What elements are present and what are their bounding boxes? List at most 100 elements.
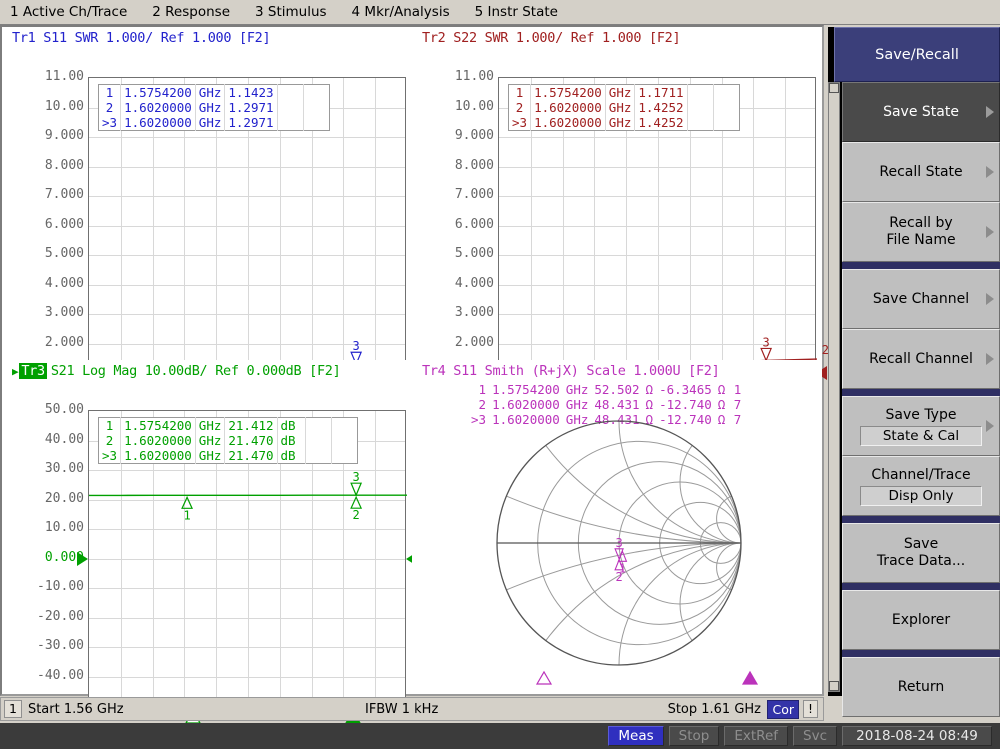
- trace-panel-tr1[interactable]: Tr1 S11 SWR 1.000/ Ref 1.000 [F2] 11.00 1…: [2, 27, 419, 396]
- softkey-save-channel[interactable]: Save Channel: [842, 269, 1000, 329]
- marker-value: 21.470: [224, 433, 278, 448]
- y-axis-label: 40.00: [44, 431, 84, 447]
- softkey-separator: [842, 389, 1000, 396]
- y-axis-label: 8.000: [44, 157, 84, 173]
- marker-blank: [331, 418, 357, 434]
- softkey-value[interactable]: Disp Only: [860, 485, 982, 506]
- marker-value: 21.470: [224, 448, 278, 464]
- softkey-label: Return: [897, 678, 945, 695]
- reference-marker-left: [77, 551, 88, 566]
- marker-row[interactable]: 2 1.6020000 GHz 21.470 dB: [98, 433, 358, 448]
- marker-frequency: 1.5754200: [120, 417, 196, 433]
- taskbar-stop-status[interactable]: Stop: [668, 726, 720, 746]
- status-correction-badge[interactable]: Cor: [767, 699, 799, 719]
- marker-blank: [277, 100, 304, 115]
- chevron-right-icon: [986, 166, 994, 178]
- marker-row[interactable]: 1 1.5754200 GHz 1.1711: [508, 84, 740, 100]
- y-axis-label: 6.000: [44, 216, 84, 232]
- trace-panel-tr2[interactable]: Tr2 S22 SWR 1.000/ Ref 1.000 [F2] 11.00 1…: [412, 27, 829, 395]
- y-axis-label: 2.000: [44, 334, 84, 350]
- menu-item-response[interactable]: 2 Response: [142, 4, 245, 20]
- softkey-value[interactable]: State & Cal: [860, 425, 982, 446]
- marker-frequency-unit: GHz: [195, 100, 226, 115]
- y-axis-label: -30.00: [37, 638, 84, 653]
- marker-row[interactable]: 1 1.5754200 GHz 52.502 Ω -6.3465 Ω 1: [468, 382, 744, 397]
- scrollbar-down-arrow[interactable]: [829, 681, 839, 691]
- marker-number: 1: [98, 84, 122, 100]
- menu-item-mkr-analysis[interactable]: 4 Mkr/Analysis: [342, 4, 465, 20]
- status-channel-number[interactable]: 1: [4, 700, 22, 718]
- softkey-separator: [842, 583, 1000, 590]
- marker-row[interactable]: 1 1.5754200 GHz 1.1423: [98, 84, 330, 101]
- trace-title-tr1[interactable]: Tr1 S11 SWR 1.000/ Ref 1.000 [F2]: [12, 30, 271, 46]
- scrollbar-up-arrow[interactable]: [829, 83, 839, 93]
- chevron-right-icon: [986, 106, 994, 118]
- y-axis-label: 11.00: [44, 69, 84, 84]
- trace-title-tr4[interactable]: Tr4 S11 Smith (R+jX) Scale 1.000U [F2]: [422, 363, 720, 379]
- marker-frequency: 1.6020000: [120, 448, 196, 464]
- trace-title-tr2[interactable]: Tr2 S22 SWR 1.000/ Ref 1.000 [F2]: [422, 30, 681, 46]
- marker-label: 3: [615, 536, 622, 550]
- status-ifbw[interactable]: IFBW 1 kHz: [365, 702, 438, 717]
- marker-blank: [303, 85, 329, 101]
- taskbar-svc-status[interactable]: Svc: [793, 726, 837, 746]
- y-axis-label: 20.00: [44, 490, 84, 506]
- softkey-recall-state[interactable]: Recall State: [842, 142, 1000, 202]
- taskbar-meas-status[interactable]: Meas: [608, 726, 664, 746]
- softkey-channel-trace[interactable]: Channel/Trace Disp Only: [842, 456, 1000, 516]
- marker-value: 1.4252: [634, 100, 688, 115]
- y-axis-label: 4.000: [454, 275, 494, 291]
- marker-frequency-unit: GHz: [565, 382, 589, 397]
- marker-row[interactable]: >3 1.6020000 GHz 1.4252: [508, 115, 740, 131]
- trace-panel-tr4[interactable]: Tr4 S11 Smith (R+jX) Scale 1.000U [F2] 1…: [412, 360, 822, 694]
- softkey-recall-channel[interactable]: Recall Channel: [842, 329, 1000, 389]
- menu-item-instr-state[interactable]: 5 Instr State: [465, 4, 573, 20]
- marker-number: 1: [508, 84, 532, 100]
- marker-row[interactable]: 1 1.5754200 GHz 21.412 dB: [98, 417, 358, 434]
- softkey-explorer[interactable]: Explorer: [842, 590, 1000, 650]
- trace-panel-tr3[interactable]: ▶ Tr3 S21 Log Mag 10.00dB/ Ref 0.000dB […: [2, 360, 419, 724]
- softkey-label: Save Type: [885, 406, 957, 423]
- marker-table-tr3: 1 1.5754200 GHz 21.412 dB 2 1.6020000 GHz 21.470…: [98, 417, 358, 464]
- softkey-title: Save/Recall: [834, 27, 1000, 82]
- marker-label: 1: [183, 508, 190, 522]
- marker-resistance: 52.502: [594, 382, 640, 397]
- status-stop-frequency[interactable]: Stop 1.61 GHz: [668, 702, 761, 717]
- y-axis-label: 30.00: [44, 461, 84, 476]
- marker-number: >3: [98, 115, 122, 131]
- trace-title-tr3[interactable]: ▶ Tr3 S21 Log Mag 10.00dB/ Ref 0.000dB […: [12, 363, 341, 379]
- y-axis-label: 3.000: [454, 305, 494, 320]
- y-axis-label: 9.000: [44, 128, 84, 143]
- y-axis-label: 3.000: [44, 305, 84, 320]
- marker-row[interactable]: >3 1.6020000 GHz 1.2971: [98, 115, 330, 131]
- marker-value: 1.1711: [634, 84, 688, 100]
- marker-label: 3: [353, 339, 360, 353]
- softkey-return[interactable]: Return: [842, 657, 1000, 717]
- marker-row[interactable]: 2 1.6020000 GHz 1.2971: [98, 100, 330, 115]
- softkey-save-type[interactable]: Save Type State & Cal: [842, 396, 1000, 456]
- status-start-frequency[interactable]: Start 1.56 GHz: [28, 702, 124, 717]
- smith-chart-tr4[interactable]: 123: [412, 408, 822, 694]
- y-axis-label: 11.00: [454, 69, 494, 84]
- marker-row[interactable]: 2 1.6020000 GHz 1.4252: [508, 100, 740, 115]
- y-axis-label: 7.000: [454, 187, 494, 202]
- softkey-scrollbar[interactable]: [828, 82, 840, 692]
- marker-table-tr2: 1 1.5754200 GHz 1.1711 2 1.6020000 GHz 1.4252 >3…: [508, 84, 740, 131]
- active-trace-arrow-icon: ▶: [12, 364, 19, 378]
- status-warning-badge[interactable]: !: [802, 700, 818, 718]
- softkey-recall-by-file-name[interactable]: Recall by File Name: [842, 202, 1000, 262]
- menu-item-stimulus[interactable]: 3 Stimulus: [245, 4, 342, 20]
- softkey-save-trace-data[interactable]: Save Trace Data...: [842, 523, 1000, 583]
- marker-frequency: 1.6020000: [120, 115, 196, 131]
- marker-label: 2: [615, 570, 622, 584]
- menu-item-active-ch-trace[interactable]: 1 Active Ch/Trace: [0, 4, 142, 20]
- softkey-save-state[interactable]: Save State: [842, 82, 1000, 142]
- marker-blank: [687, 115, 714, 131]
- marker-resistance-unit: Ω: [645, 382, 654, 397]
- taskbar-clock: 2018-08-24 08:49: [842, 726, 992, 746]
- active-trace-badge[interactable]: Tr3: [19, 363, 47, 379]
- softkey-label: Channel/Trace: [871, 466, 971, 483]
- marker-row[interactable]: >3 1.6020000 GHz 21.470 dB: [98, 448, 358, 464]
- taskbar-extref-status[interactable]: ExtRef: [724, 726, 789, 746]
- marker-number: 2: [98, 100, 122, 115]
